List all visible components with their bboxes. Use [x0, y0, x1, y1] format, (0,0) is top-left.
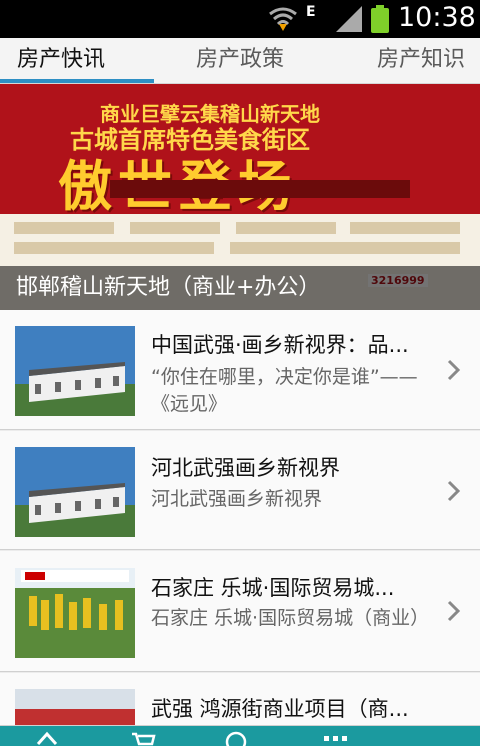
news-list-item[interactable]: 武强 鸿源街商业项目（商... — [0, 673, 480, 726]
news-list-item[interactable]: 中国武强·画乡新视界：品... “你住在哪里，决定你是谁”——《远见》 — [0, 310, 480, 430]
news-list-item[interactable]: 河北武强画乡新视界 河北武强画乡新视界 — [0, 431, 480, 550]
more-icon[interactable] — [322, 730, 350, 746]
signal-icon — [336, 6, 362, 32]
featured-banner[interactable]: 商业巨擘云集稽山新天地 古城首席特色美食街区 傲世登场 3216999 邯郸稽山… — [0, 84, 480, 310]
news-thumbnail — [15, 326, 135, 416]
news-title: 武强 鸿源街商业项目（商... — [151, 697, 409, 721]
chevron-right-icon — [447, 480, 461, 502]
news-thumbnail — [15, 689, 135, 725]
banner-caption: 邯郸稽山新天地（商业+办公） — [0, 266, 480, 310]
news-description: “你住在哪里，决定你是谁”——《远见》 — [151, 366, 418, 415]
news-thumbnail — [15, 447, 135, 537]
news-description: 河北武强画乡新视界 — [151, 488, 323, 510]
news-description: 石家庄 乐城·国际贸易城（商业） — [151, 607, 430, 629]
home-icon[interactable] — [36, 730, 58, 746]
status-time: 10:38 — [398, 2, 476, 33]
category-tabs: 房产快讯 房产政策 房产知识 — [0, 38, 480, 84]
network-type: E — [306, 4, 316, 20]
banner-strip — [110, 180, 410, 198]
chevron-right-icon — [447, 359, 461, 381]
tab-real-estate-policy[interactable]: 房产政策 — [196, 38, 284, 84]
battery-icon — [371, 5, 389, 33]
chevron-right-icon — [447, 600, 461, 622]
search-icon[interactable] — [224, 730, 250, 746]
news-list-item[interactable]: 石家庄 乐城·国际贸易城... 石家庄 乐城·国际贸易城（商业） — [0, 551, 480, 672]
news-title: 石家庄 乐城·国际贸易城... — [151, 576, 395, 600]
tab-real-estate-knowledge[interactable]: 房产知识 — [377, 38, 465, 84]
tab-real-estate-news[interactable]: 房产快讯 — [17, 38, 105, 84]
news-thumbnail — [15, 568, 135, 658]
news-title: 中国武强·画乡新视界：品... — [151, 333, 409, 357]
status-bar: E 10:38 — [0, 0, 480, 38]
cart-icon[interactable] — [130, 730, 156, 746]
news-title: 河北武强画乡新视界 — [151, 456, 340, 480]
active-tab-indicator — [0, 79, 154, 83]
bottom-nav-bar — [0, 726, 480, 746]
wifi-icon — [269, 7, 297, 31]
